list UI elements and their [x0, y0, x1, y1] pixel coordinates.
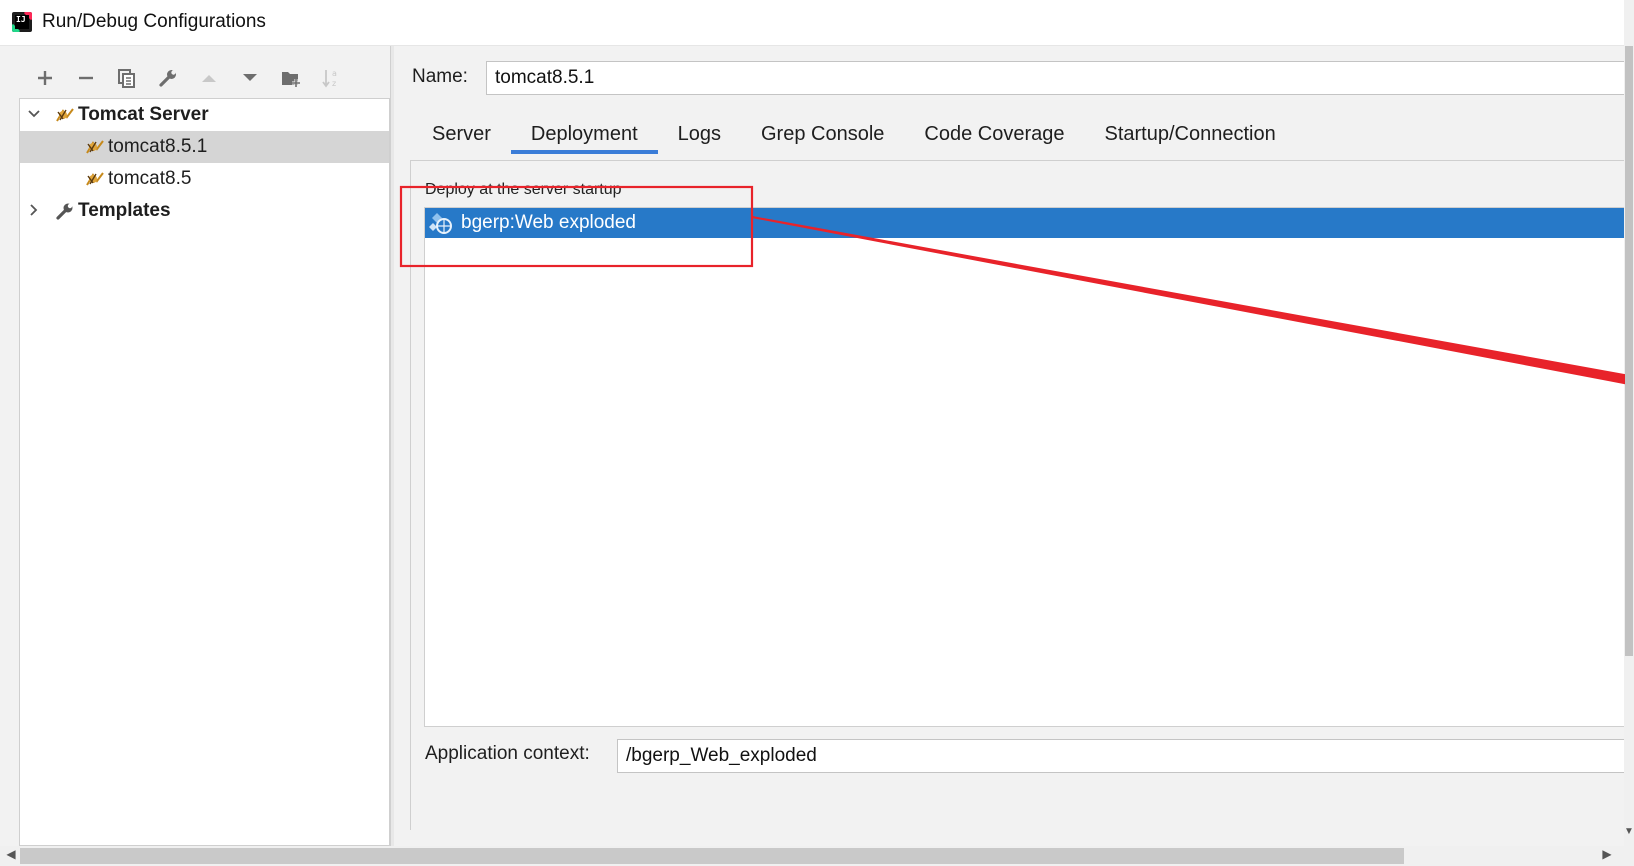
tree-group-label: Templates — [78, 200, 171, 221]
web-artifact-icon — [429, 211, 455, 235]
tab-startup-connection[interactable]: Startup/Connection — [1085, 114, 1296, 154]
folder-add-icon — [280, 68, 302, 88]
new-folder-button[interactable] — [270, 64, 311, 92]
name-input[interactable] — [486, 61, 1634, 95]
scroll-left-icon[interactable]: ◀ — [4, 847, 18, 865]
artifact-label: bgerp:Web exploded — [461, 212, 636, 233]
tab-deployment[interactable]: Deployment — [510, 114, 658, 154]
tree-item-label: tomcat8.5.1 — [108, 136, 208, 157]
tomcat-icon — [84, 170, 106, 188]
tab-logs[interactable]: Logs — [658, 114, 741, 154]
arrow-down-icon — [241, 72, 259, 84]
window-title: Run/Debug Configurations — [42, 11, 266, 32]
chevron-down-icon[interactable] — [24, 107, 44, 124]
configurations-sidebar: az Tomcat Server tomcat8.5.1 tomcat8.5 T… — [0, 46, 392, 846]
svg-text:z: z — [332, 79, 336, 88]
tree-group-tomcat-server[interactable]: Tomcat Server — [20, 99, 389, 131]
scroll-down-icon[interactable]: ▼ — [1624, 826, 1634, 840]
horizontal-scrollbar-thumb[interactable] — [20, 848, 1404, 864]
wrench-icon — [158, 68, 178, 88]
sidebar-toolbar: az — [24, 64, 352, 92]
scroll-right-icon[interactable]: ▶ — [1600, 847, 1614, 865]
title-bar: IJ Run/Debug Configurations — [0, 0, 1634, 46]
vertical-scrollbar-thumb[interactable] — [1625, 46, 1633, 656]
edit-defaults-button[interactable] — [147, 64, 188, 92]
tree-item-tomcat8-5[interactable]: tomcat8.5 — [20, 163, 389, 195]
move-down-button[interactable] — [229, 64, 270, 92]
config-tabs: Server Deployment Logs Grep Console Code… — [412, 114, 1296, 154]
configuration-editor: Name: Server Deployment Logs Grep Consol… — [394, 46, 1634, 846]
tomcat-icon — [54, 106, 76, 124]
svg-text:a: a — [332, 69, 337, 78]
intellij-idea-icon: IJ — [12, 12, 32, 32]
wrench-icon — [54, 202, 76, 220]
sort-button[interactable]: az — [311, 64, 352, 92]
move-up-button[interactable] — [188, 64, 229, 92]
tree-group-templates[interactable]: Templates — [20, 195, 389, 227]
tab-grep-console[interactable]: Grep Console — [741, 114, 904, 154]
deploy-artifact-list[interactable]: bgerp:Web exploded — [424, 207, 1634, 727]
tab-code-coverage[interactable]: Code Coverage — [904, 114, 1084, 154]
plus-icon — [36, 69, 54, 87]
tomcat-icon — [84, 138, 106, 156]
remove-button[interactable] — [65, 64, 106, 92]
tab-server[interactable]: Server — [412, 114, 511, 154]
deploy-section-title: Deploy at the server startup — [425, 181, 626, 199]
add-button[interactable] — [24, 64, 65, 92]
artifact-row[interactable]: bgerp:Web exploded — [425, 208, 1634, 238]
configurations-tree: Tomcat Server tomcat8.5.1 tomcat8.5 Temp… — [19, 98, 390, 846]
tree-item-tomcat8-5-1[interactable]: tomcat8.5.1 — [20, 131, 389, 163]
sort-alpha-icon: az — [321, 67, 343, 89]
chevron-right-icon[interactable] — [24, 203, 44, 220]
name-label: Name: — [412, 66, 468, 87]
tree-item-label: tomcat8.5 — [108, 168, 192, 189]
minus-icon — [77, 69, 95, 87]
copy-icon — [117, 68, 137, 88]
app-context-input[interactable] — [617, 739, 1634, 773]
app-context-label: Application context: — [425, 743, 590, 764]
deployment-tab-content: Deploy at the server startup bgerp:Web e… — [410, 160, 1634, 830]
copy-button[interactable] — [106, 64, 147, 92]
arrow-up-icon — [200, 72, 218, 84]
tree-group-label: Tomcat Server — [78, 104, 209, 125]
